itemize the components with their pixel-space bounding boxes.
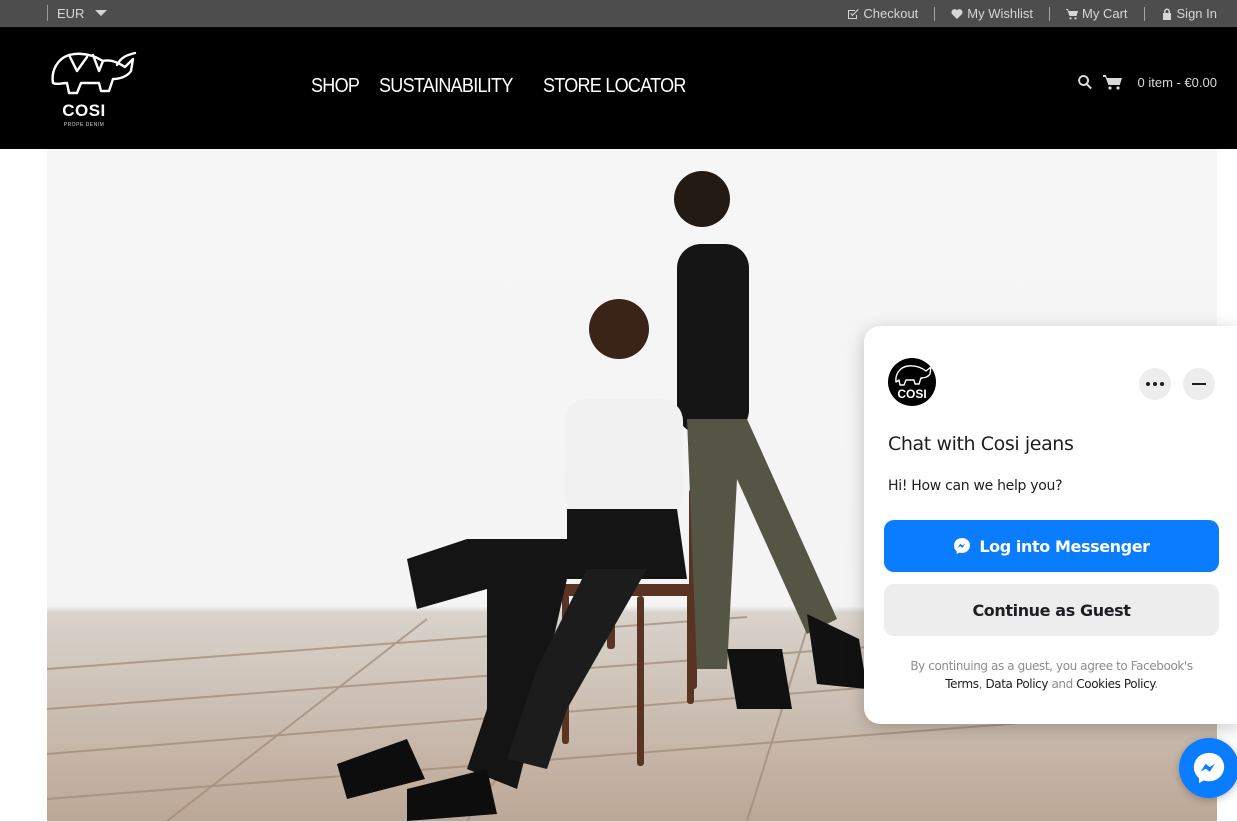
messenger-chat-widget: COSI Chat with Cosi jeans Hi! How can we… [864, 326, 1237, 724]
search-icon[interactable] [1077, 74, 1093, 90]
legal-and: and [1051, 677, 1073, 691]
rhino-logo-icon [895, 365, 932, 386]
minimize-icon [1192, 383, 1206, 385]
checkout-label: Checkout [863, 6, 919, 21]
logo-tagline: PROPE DENIM [63, 122, 105, 128]
sign-in-link[interactable]: Sign In [1143, 6, 1217, 21]
lock-icon [1162, 8, 1171, 20]
cart-summary[interactable]: 0 item - €0.00 [1138, 75, 1218, 90]
top-utility-bar: EUR Checkout My Wishlist My Cart Sign In [0, 0, 1237, 27]
chat-title: Chat with Cosi jeans [888, 433, 1074, 455]
more-dots-icon [1146, 382, 1164, 386]
chat-greeting: Hi! How can we help you? [888, 478, 1063, 494]
main-nav: SHOP SUSTAINABILITY STORE LOCATOR [311, 75, 687, 98]
continue-as-guest-button[interactable]: Continue as Guest [884, 584, 1219, 636]
rhino-logo-icon [51, 51, 137, 95]
logo-wordmark: COSI [62, 101, 106, 120]
avatar: COSI [888, 358, 936, 406]
legal-notice: By continuing as a guest, you agree to F… [910, 659, 1193, 691]
account-links: Checkout My Wishlist My Cart Sign In [831, 0, 1217, 27]
continue-as-guest-label: Continue as Guest [972, 600, 1131, 620]
cart-icon[interactable] [1102, 74, 1122, 90]
nav-item-shop[interactable]: SHOP [311, 75, 360, 98]
my-cart-label: My Cart [1082, 6, 1128, 21]
terms-link[interactable]: Terms [945, 677, 979, 691]
checkout-link[interactable]: Checkout [831, 6, 934, 21]
legal-prefix: By continuing as a guest, you agree to F… [910, 659, 1193, 673]
my-cart-link[interactable]: My Cart [1049, 6, 1144, 21]
data-policy-link[interactable]: Data Policy [985, 677, 1048, 691]
avatar-wordmark: COSI [897, 387, 927, 401]
wishlist-link[interactable]: My Wishlist [934, 6, 1049, 21]
sign-in-label: Sign In [1176, 6, 1217, 21]
minimize-button[interactable] [1183, 368, 1215, 400]
cookies-policy-link[interactable]: Cookies Policy [1076, 677, 1154, 691]
checkbox-icon [848, 8, 860, 19]
site-header: COSI PROPE DENIM SHOP SUSTAINABILITY STO… [0, 27, 1237, 149]
wishlist-label: My Wishlist [967, 6, 1034, 21]
caret-down-icon [95, 10, 108, 16]
site-logo[interactable]: COSI PROPE DENIM [47, 49, 139, 129]
log-into-messenger-label: Log into Messenger [979, 536, 1150, 556]
messenger-icon [1193, 752, 1225, 784]
messenger-chat-button[interactable] [1179, 738, 1237, 798]
log-into-messenger-button[interactable]: Log into Messenger [884, 520, 1219, 572]
heart-icon [951, 8, 963, 19]
cart-icon [1066, 8, 1079, 19]
header-tools: 0 item - €0.00 [1077, 74, 1218, 90]
messenger-icon [954, 538, 971, 554]
nav-item-sustainability[interactable]: SUSTAINABILITY [379, 75, 513, 98]
currency-label: EUR [57, 5, 85, 21]
nav-item-store-locator[interactable]: STORE LOCATOR [543, 75, 686, 98]
currency-selector[interactable]: EUR [47, 5, 108, 21]
more-options-button[interactable] [1139, 368, 1171, 400]
